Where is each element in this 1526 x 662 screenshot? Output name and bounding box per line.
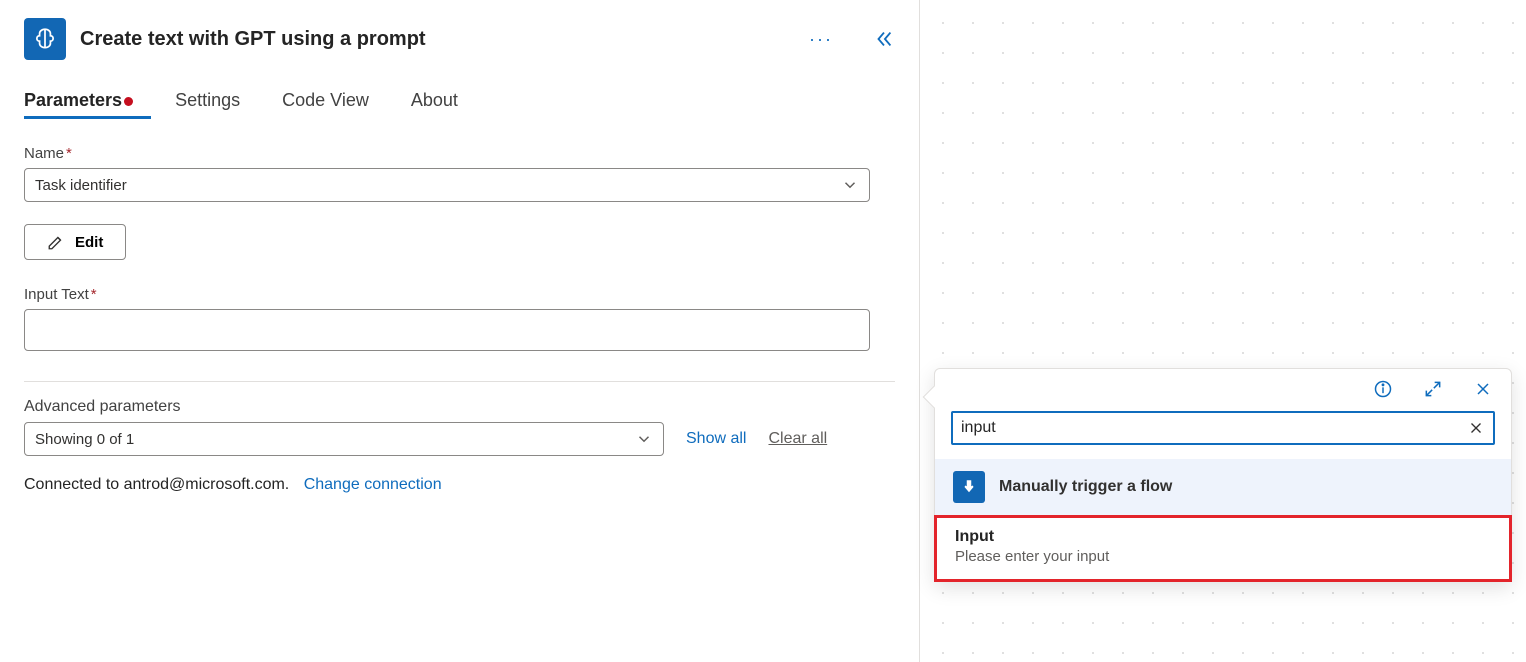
tab-parameters-label: Parameters xyxy=(24,90,122,110)
section-divider xyxy=(24,381,895,382)
expand-icon[interactable] xyxy=(1423,379,1443,399)
input-text-field[interactable] xyxy=(24,309,870,351)
popup-result-item[interactable]: Input Please enter your input xyxy=(934,515,1512,582)
clear-all-link[interactable]: Clear all xyxy=(768,430,827,448)
show-all-link[interactable]: Show all xyxy=(686,430,746,448)
advanced-select-summary: Showing 0 of 1 xyxy=(35,431,134,448)
manual-trigger-icon xyxy=(953,471,985,503)
connection-prefix: Connected to xyxy=(24,476,124,493)
tab-parameters[interactable]: Parameters xyxy=(24,90,133,117)
action-config-panel: Create text with GPT using a prompt ··· … xyxy=(0,0,920,662)
info-icon[interactable] xyxy=(1373,379,1393,399)
tab-about[interactable]: About xyxy=(411,90,458,117)
close-icon[interactable] xyxy=(1473,379,1493,399)
collapse-panel-button[interactable] xyxy=(873,28,895,50)
popup-search-input[interactable] xyxy=(961,419,1467,437)
canvas-area: Manually trigger a flow Input Please ent… xyxy=(920,0,1526,662)
connection-account: antrod@microsoft.com. xyxy=(124,476,290,493)
gpt-action-icon xyxy=(24,18,66,60)
tab-settings[interactable]: Settings xyxy=(175,90,240,117)
edit-button[interactable]: Edit xyxy=(24,224,126,260)
panel-header: Create text with GPT using a prompt ··· xyxy=(24,18,895,60)
clear-search-icon[interactable] xyxy=(1467,419,1485,437)
popup-result-desc: Please enter your input xyxy=(955,548,1491,565)
advanced-row: Showing 0 of 1 Show all Clear all xyxy=(24,422,895,456)
panel-title: Create text with GPT using a prompt xyxy=(80,28,787,51)
input-text-label: Input Text* xyxy=(24,286,895,303)
advanced-parameters-label: Advanced parameters xyxy=(24,398,895,416)
tab-code-view[interactable]: Code View xyxy=(282,90,369,117)
validation-dot-icon xyxy=(124,97,133,106)
popup-category-header[interactable]: Manually trigger a flow xyxy=(935,459,1511,515)
required-indicator: * xyxy=(66,145,72,162)
chevron-down-icon xyxy=(635,430,653,448)
name-select[interactable]: Task identifier xyxy=(24,168,870,202)
tab-bar: Parameters Settings Code View About xyxy=(24,90,895,117)
required-indicator: * xyxy=(91,286,97,303)
connection-row: Connected to antrod@microsoft.com. Chang… xyxy=(24,476,895,494)
name-select-value: Task identifier xyxy=(35,177,127,194)
name-field-label: Name* xyxy=(24,145,895,162)
edit-button-label: Edit xyxy=(75,234,103,251)
pencil-icon xyxy=(47,233,65,251)
change-connection-link[interactable]: Change connection xyxy=(304,476,442,493)
popup-result-title: Input xyxy=(955,528,1491,546)
chevron-down-icon xyxy=(841,176,859,194)
popup-search-box[interactable] xyxy=(951,411,1495,445)
popup-header-icons xyxy=(935,369,1511,403)
popup-category-label: Manually trigger a flow xyxy=(999,478,1172,496)
advanced-parameters-select[interactable]: Showing 0 of 1 xyxy=(24,422,664,456)
more-options-button[interactable]: ··· xyxy=(801,25,841,54)
dynamic-content-popup: Manually trigger a flow Input Please ent… xyxy=(934,368,1512,582)
